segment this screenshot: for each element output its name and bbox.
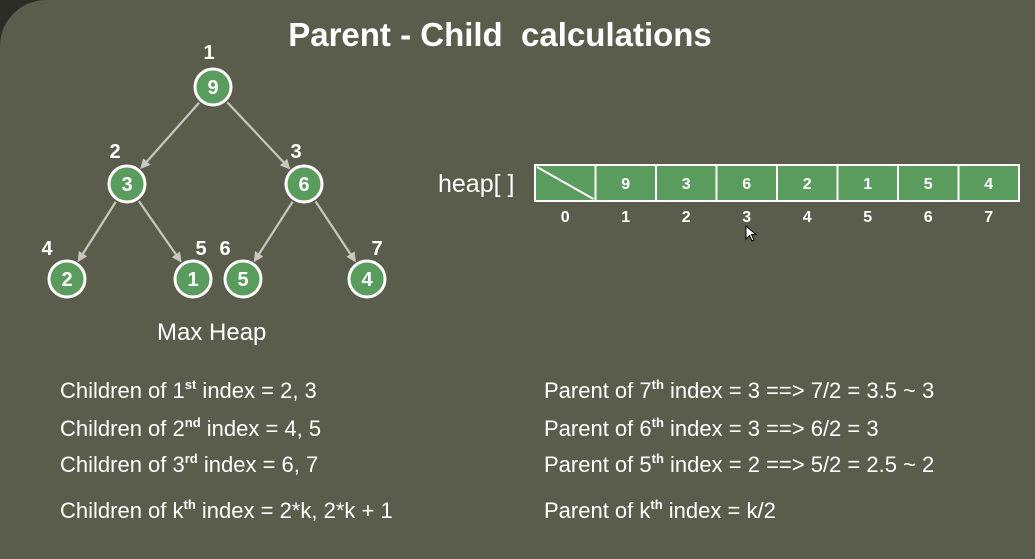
heap-array-index: 5 [863, 209, 872, 226]
heap-node-index: 6 [219, 238, 230, 260]
max-heap-caption: Max Heap [157, 319, 267, 346]
heap-array-value: 9 [621, 176, 630, 193]
heap-node: 91 [193, 42, 233, 107]
heap-array-cell: 15 [836, 164, 899, 226]
heap-array-cell: 0 [534, 164, 597, 226]
tree-nodes: 91326324155647 [41, 42, 387, 299]
children-line-2: Children of 2nd index = 4, 5 [60, 415, 322, 441]
heap-node: 47 [347, 238, 387, 299]
heap-node-index: 5 [195, 238, 206, 260]
heap-array-cell: 24 [776, 164, 839, 226]
heap-array-value: 2 [803, 176, 812, 193]
parent-line-k: Parent of kth index = k/2 [544, 497, 776, 523]
tree-edge [253, 201, 294, 263]
tree-edge [77, 201, 117, 263]
tree-edge [226, 101, 291, 170]
heap-array-index: 4 [803, 209, 812, 226]
heap-node-index: 1 [203, 42, 214, 64]
heap-node-value: 2 [61, 269, 72, 291]
heap-array-index: 3 [742, 209, 751, 226]
heap-node: 32 [107, 141, 147, 204]
heap-array-index: 0 [561, 209, 570, 226]
heap-node: 15 [173, 238, 213, 299]
heap-node-index: 4 [41, 238, 53, 260]
heap-array-value: 4 [984, 176, 993, 193]
tree-edge [138, 200, 182, 263]
heap-node: 56 [219, 238, 263, 299]
heap-node: 24 [41, 238, 87, 299]
heap-array-label: heap[ ] [438, 170, 515, 198]
heap-array: 091326324155647 [534, 164, 1020, 226]
heap-array-value: 5 [924, 176, 933, 193]
parent-line-3: Parent of 5th index = 2 ==> 5/2 = 2.5 ~ … [544, 451, 935, 477]
heap-node: 63 [284, 141, 324, 204]
heap-array-index: 2 [682, 209, 691, 226]
children-line-k: Children of kth index = 2*k, 2*k + 1 [60, 497, 393, 523]
heap-node-value: 3 [121, 174, 132, 196]
heap-array-value: 1 [863, 176, 872, 193]
heap-array-cell: 47 [957, 164, 1020, 226]
children-line-3: Children of 3rd index = 6, 7 [60, 451, 319, 477]
heap-node-index: 2 [109, 141, 120, 163]
heap-node-value: 5 [237, 269, 248, 291]
mouse-cursor-icon [745, 225, 758, 242]
heap-array-cell: 32 [655, 164, 718, 226]
heap-array-value: 6 [742, 176, 751, 193]
heap-array-index: 7 [984, 209, 993, 226]
children-line-1: Children of 1st index = 2, 3 [60, 377, 317, 403]
heap-array-cell: 63 [715, 164, 778, 226]
slide: Parent - Child calculations 913263241556… [0, 0, 1035, 559]
heap-array-value: 3 [682, 176, 691, 193]
heap-node-value: 4 [361, 269, 373, 291]
heap-node-index: 7 [371, 238, 382, 260]
heap-array-index: 1 [621, 209, 630, 226]
tree-edge [314, 200, 356, 263]
heap-node-index: 3 [290, 141, 301, 163]
heap-array-cell: 56 [897, 164, 960, 226]
heap-node-value: 9 [207, 77, 218, 99]
heap-node-value: 1 [187, 269, 198, 291]
parent-line-1: Parent of 7th index = 3 ==> 7/2 = 3.5 ~ … [544, 377, 935, 403]
heap-node-value: 6 [298, 174, 309, 196]
heap-array-index: 6 [924, 209, 933, 226]
parent-line-2: Parent of 6th index = 3 ==> 6/2 = 3 [544, 415, 879, 441]
tree-edge [140, 101, 200, 170]
heap-array-cell: 91 [594, 164, 657, 226]
